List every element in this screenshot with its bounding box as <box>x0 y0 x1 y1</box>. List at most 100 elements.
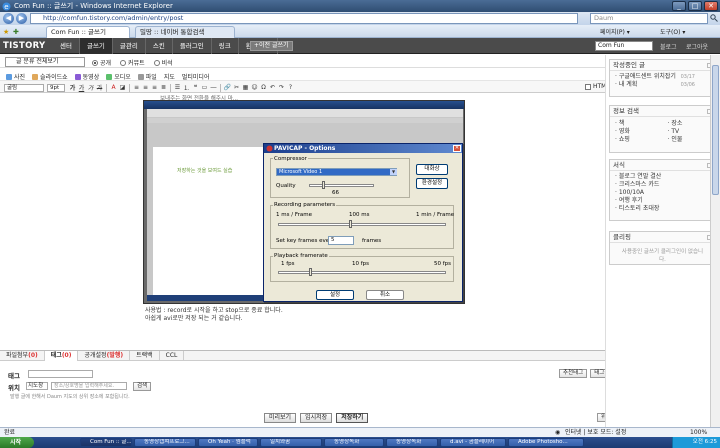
minimize-button[interactable]: _ <box>672 1 686 11</box>
task-button[interactable]: 일치와꿈 <box>260 438 322 447</box>
table-icon[interactable]: ▦ <box>241 84 250 91</box>
browser-tab[interactable]: 밀땅 :: 네이버 통합검색 <box>135 26 235 38</box>
task-button[interactable]: Com Fun :: 글... <box>80 438 132 447</box>
logout-link[interactable]: 로그아웃 <box>686 42 708 51</box>
preview-button[interactable]: 미리보기 <box>264 413 297 423</box>
strike-button[interactable]: 가 <box>95 83 104 92</box>
insert-map-button[interactable]: 지도 <box>164 72 175 81</box>
temp-save-button[interactable]: 임시저장 <box>300 413 333 423</box>
underline-button[interactable]: 가 <box>77 83 86 92</box>
font-size-select[interactable]: 9pt <box>47 83 65 92</box>
close-window-button[interactable]: ✕ <box>704 1 718 11</box>
address-bar[interactable]: http://comfun.tistory.com/admin/entry/po… <box>30 13 578 24</box>
text-color-icon[interactable]: A <box>109 84 118 91</box>
menu-write[interactable]: 글쓰기 <box>79 38 113 54</box>
page-menu[interactable]: 페이지(P) ▾ <box>600 27 630 36</box>
task-button[interactable]: 동영상녹화 <box>324 438 384 447</box>
menu-manage[interactable]: 글관리 <box>113 38 146 54</box>
info-item[interactable]: · 영화 <box>610 128 663 136</box>
tools-menu[interactable]: 도구(O) ▾ <box>660 27 685 36</box>
tab-trackback[interactable]: 트랙백 <box>130 350 160 361</box>
radio-private[interactable] <box>153 59 160 66</box>
emoticon-icon[interactable]: ☺ <box>250 84 259 91</box>
browser-tab-active[interactable]: Com Fun :: 글쓰기 <box>46 26 130 38</box>
playback-slider-thumb[interactable] <box>309 268 312 276</box>
save-button[interactable]: 저장하기 <box>336 413 369 423</box>
blog-link[interactable]: 블로그 <box>660 42 677 51</box>
info-item[interactable]: · 인물 <box>663 136 716 144</box>
playback-slider[interactable] <box>278 271 446 274</box>
menu-plugin[interactable]: 플러그인 <box>173 38 212 54</box>
draft-item[interactable]: · 내 계획 03/06 <box>610 81 715 89</box>
justify-icon[interactable]: ≣ <box>159 84 168 91</box>
compressor-select[interactable]: Microsoft Video 1 <box>276 168 397 176</box>
insert-video-button[interactable]: 동영상 <box>74 72 99 81</box>
task-button[interactable]: Adobe Photosho... <box>508 438 584 447</box>
recording-slider-thumb[interactable] <box>349 220 352 228</box>
bg-color-icon[interactable]: ◪ <box>118 84 127 91</box>
info-item[interactable]: · TV <box>663 128 716 136</box>
info-item[interactable]: · 쇼핑 <box>610 136 663 144</box>
insert-photo-button[interactable]: 사진 <box>6 72 25 81</box>
cancel-button[interactable]: 취소 <box>366 290 404 300</box>
start-button[interactable]: 시작 <box>0 437 34 448</box>
radio-public[interactable] <box>92 59 98 66</box>
task-button[interactable]: d.avi - 곰플레이어 <box>440 438 506 447</box>
template-item[interactable]: · 티스토리 초대장 <box>610 205 715 213</box>
template-item[interactable]: · 여행 후기 <box>610 197 715 205</box>
special-char-icon[interactable]: Ω <box>259 84 268 91</box>
box-icon[interactable]: ▭ <box>200 84 209 91</box>
system-tray-clock[interactable]: 오전 6:25 <box>672 437 720 448</box>
task-button[interactable]: 동영상녹화 <box>386 438 438 447</box>
draft-item[interactable]: · 구글애드센트 위치잡기 03/17 <box>610 73 715 81</box>
insert-audio-button[interactable]: 오디오 <box>106 72 131 81</box>
number-list-icon[interactable]: ⒈ <box>182 83 191 92</box>
link-icon[interactable]: 🔗 <box>223 84 232 91</box>
location-select[interactable]: 지도창 <box>26 382 48 390</box>
task-button[interactable]: Oh Yeah · 엠플럭 <box>198 438 258 447</box>
maximize-button[interactable]: □ <box>688 1 702 11</box>
scrollbar-thumb[interactable] <box>712 65 719 195</box>
insert-multimedia-button[interactable]: 멀티미디어 <box>182 72 210 81</box>
old-editor-button[interactable]: +이전 글쓰기 <box>250 41 293 51</box>
recommend-tag-button[interactable]: 추천태그 <box>559 369 588 378</box>
more-icon[interactable]: ✂ <box>232 84 241 91</box>
tistory-logo[interactable]: TISTORY <box>3 41 45 51</box>
italic-button[interactable]: 가 <box>86 83 95 92</box>
align-left-icon[interactable]: ≡ <box>132 84 141 91</box>
dialog-close-button[interactable]: ✕ <box>453 145 461 152</box>
location-input[interactable]: 장소/상호명을 입력해주세요. <box>51 382 127 390</box>
ok-button[interactable]: 설정 <box>316 290 354 300</box>
font-family-select[interactable]: 굴림 <box>4 83 44 92</box>
align-center-icon[interactable]: ≡ <box>141 84 150 91</box>
config-button[interactable]: 환경설정 <box>416 178 448 189</box>
tab-attachments[interactable]: 파일첨부(0) <box>0 350 45 361</box>
tag-input[interactable] <box>28 370 93 378</box>
security-zone[interactable]: 인터넷 | 보호 모드: 설정 <box>565 428 626 437</box>
quality-slider[interactable] <box>309 184 374 187</box>
search-icon[interactable] <box>710 14 718 22</box>
menu-center[interactable]: 센터 <box>53 38 80 54</box>
zoom-level[interactable]: 100% <box>690 428 707 437</box>
radio-protected[interactable] <box>120 59 127 66</box>
template-item[interactable]: · 크리스마스 카드 <box>610 181 715 189</box>
template-item[interactable]: · 블로그 연말 결산 <box>610 173 715 181</box>
about-button[interactable]: 대화상 <box>416 164 448 175</box>
bold-button[interactable]: 가 <box>68 83 77 92</box>
location-search-button[interactable]: 검색 <box>133 382 152 391</box>
search-input[interactable]: Daum <box>590 13 708 24</box>
info-item[interactable]: · 책 <box>610 120 663 128</box>
menu-skin[interactable]: 스킨 <box>146 38 173 54</box>
back-button[interactable]: ◀ <box>3 13 14 24</box>
tab-tags[interactable]: 태그(0) <box>44 350 79 361</box>
help-icon[interactable]: ? <box>286 84 295 91</box>
forward-button[interactable]: ▶ <box>16 13 27 24</box>
recording-slider[interactable] <box>278 223 446 226</box>
info-item[interactable]: · 장소 <box>663 120 716 128</box>
favorites-star-icon[interactable]: ★ <box>3 28 9 36</box>
tab-ccl[interactable]: CCL <box>160 350 185 361</box>
quality-slider-thumb[interactable] <box>322 181 325 189</box>
insert-slideshow-button[interactable]: 슬라이드쇼 <box>32 72 68 81</box>
insert-file-button[interactable]: 파일 <box>137 72 157 81</box>
redo-icon[interactable]: ↷ <box>277 84 286 91</box>
